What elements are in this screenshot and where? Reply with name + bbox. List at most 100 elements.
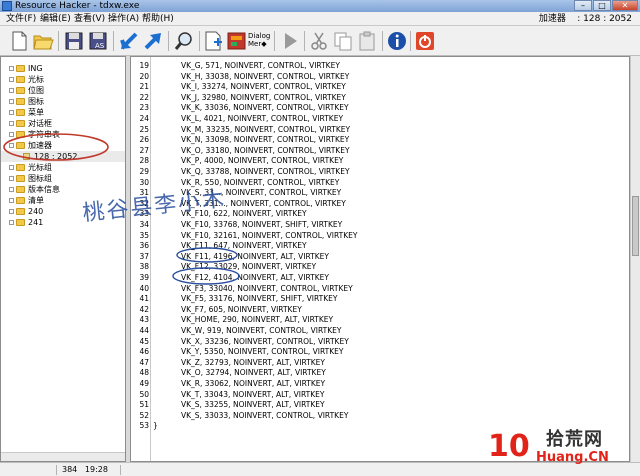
search-icon[interactable]: [173, 30, 195, 52]
dialog-merger-icon[interactable]: [226, 30, 248, 52]
menu-action[interactable]: 操作(A): [108, 12, 139, 26]
code-line[interactable]: VK_F10, 32161, NOINVERT, CONTROL, VIRTKE…: [181, 231, 358, 241]
code-line[interactable]: VK_J, 32980, NOINVERT, CONTROL, VIRTKEY: [181, 93, 346, 103]
code-line[interactable]: VK_P, 4000, NOINVERT, CONTROL, VIRTKEY: [181, 156, 343, 166]
minimize-button[interactable]: –: [574, 0, 592, 11]
code-line[interactable]: VK_R, 33062, NOINVERT, ALT, VIRTKEY: [181, 379, 325, 389]
tree-item-string-table[interactable]: 字符串表: [1, 129, 125, 140]
tree-item-bitmap[interactable]: 位图: [1, 85, 125, 96]
arrow-left-icon[interactable]: [118, 30, 140, 52]
code-line[interactable]: VK_W, 919, NOINVERT, CONTROL, VIRTKEY: [181, 326, 342, 336]
code-line[interactable]: VK_HOME, 290, NOINVERT, ALT, VIRTKEY: [181, 315, 333, 325]
code-line[interactable]: VK_X, 33236, NOINVERT, CONTROL, VIRTKEY: [181, 337, 349, 347]
line-number: 32: [139, 198, 149, 208]
resource-leaf-icon: [23, 153, 30, 160]
tree-item-241[interactable]: 241: [1, 217, 125, 228]
code-line[interactable]: VK_S, 33..., NOINVERT, CONTROL, VIRTKEY: [181, 188, 341, 198]
line-number-gutter: 19 20 21 22 23 24 25 26 27 28 29 30 31 32 33 34 35 36 37 38…: [131, 57, 151, 461]
menu-help[interactable]: 帮助(H): [142, 12, 174, 26]
menu-file[interactable]: 文件(F): [6, 12, 36, 26]
site-watermark: 10 拾荒网 Huang.CN: [488, 428, 638, 468]
cut-icon[interactable]: [308, 30, 330, 52]
code-line[interactable]: VK_F3, 33040, NOINVERT, CONTROL, VIRTKEY: [181, 284, 353, 294]
tree-item-ing[interactable]: ING: [1, 63, 125, 74]
code-line[interactable]: VK_F11, 4196, NOINVERT, ALT, VIRTKEY: [181, 252, 329, 262]
code-line[interactable]: VK_O, 32794, NOINVERT, ALT, VIRTKEY: [181, 368, 326, 378]
line-number: 36: [139, 241, 149, 251]
resource-tree[interactable]: ING 光标 位图 图标 菜单 对话框 字符串表 加速器 128 : 2052 …: [0, 56, 126, 462]
line-number: 25: [139, 124, 149, 134]
resource-status: 加速器 : 128 : 2052: [538, 14, 632, 24]
line-number: 41: [139, 294, 149, 304]
code-line[interactable]: VK_O, 33180, NOINVERT, CONTROL, VIRTKEY: [181, 146, 350, 156]
folder-icon: [16, 197, 25, 204]
copy-icon[interactable]: [332, 30, 354, 52]
tree-item-icon[interactable]: 图标: [1, 96, 125, 107]
code-line[interactable]: VK_Z, 32793, NOINVERT, ALT, VIRTKEY: [181, 358, 325, 368]
window-controls: – □ ✕: [574, 0, 638, 12]
new-icon[interactable]: [8, 30, 30, 52]
code-line[interactable]: VK_F11, 647, NOINVERT, VIRTKEY: [181, 241, 307, 251]
code-line[interactable]: VK_S, 33033, NOINVERT, CONTROL, VIRTKEY: [181, 411, 348, 421]
line-number: 42: [139, 304, 149, 314]
tree-item-240[interactable]: 240: [1, 206, 125, 217]
code-line[interactable]: VK_I, 33274, NOINVERT, CONTROL, VIRTKEY: [181, 82, 346, 92]
menu-view[interactable]: 查看(V): [74, 12, 105, 26]
tree-horizontal-scrollbar[interactable]: [1, 452, 125, 461]
tree-item-accelerator-128[interactable]: 128 : 2052: [1, 151, 125, 162]
line-number: 33: [139, 209, 149, 219]
menu-edit[interactable]: 编辑(E): [40, 12, 71, 26]
line-number: 46: [139, 347, 149, 357]
tree-item-manifest[interactable]: 清单: [1, 195, 125, 206]
maximize-button[interactable]: □: [593, 0, 611, 11]
code-line[interactable]: VK_H, 33038, NOINVERT, CONTROL, VIRTKEY: [181, 72, 349, 82]
open-icon[interactable]: [32, 30, 54, 52]
tree-item-dialog[interactable]: 对话框: [1, 118, 125, 129]
tree-item-menu[interactable]: 菜单: [1, 107, 125, 118]
code-line[interactable]: VK_F5, 33176, NOINVERT, SHIFT, VIRTKEY: [181, 294, 337, 304]
script-editor[interactable]: 19 20 21 22 23 24 25 26 27 28 29 30 31 32 33 34 35 36 37 38…: [130, 56, 630, 462]
info-icon[interactable]: [386, 30, 408, 52]
save-as-icon[interactable]: AS: [87, 30, 109, 52]
code-line[interactable]: VK_G, 571, NOINVERT, CONTROL, VIRTKEY: [181, 61, 340, 71]
scrollbar-thumb[interactable]: [632, 196, 639, 256]
folder-icon: [16, 131, 25, 138]
toolbar: AS Dialog Mer◆: [0, 26, 640, 56]
title-bar: Resource Hacker - tdxw.exe – □ ✕: [0, 0, 640, 12]
folder-icon: [16, 208, 25, 215]
code-line[interactable]: VK_N, 33098, NOINVERT, CONTROL, VIRTKEY: [181, 135, 349, 145]
add-resource-icon[interactable]: [202, 30, 224, 52]
code-line[interactable]: VK_T, 33043, NOINVERT, ALT, VIRTKEY: [181, 390, 324, 400]
code-line[interactable]: VK_F10, 622, NOINVERT, VIRTKEY: [181, 209, 307, 219]
code-line[interactable]: VK_Q, 33788, NOINVERT, CONTROL, VIRTKEY: [181, 167, 350, 177]
tree-item-icon-group[interactable]: 图标组: [1, 173, 125, 184]
code-line[interactable]: VK_F12, 4104, NOINVERT, ALT, VIRTKEY: [181, 273, 329, 283]
folder-icon: [16, 109, 25, 116]
code-line[interactable]: VK_S, 33255, NOINVERT, ALT, VIRTKEY: [181, 400, 325, 410]
code-line[interactable]: VK_F10, 33768, NOINVERT, SHIFT, VIRTKEY: [181, 220, 342, 230]
menu-bar: 文件(F) 编辑(E) 查看(V) 操作(A) 帮助(H) 加速器 : 128 …: [0, 12, 640, 26]
code-line[interactable]: VK_Y, 5350, NOINVERT, CONTROL, VIRTKEY: [181, 347, 343, 357]
close-button[interactable]: ✕: [612, 0, 638, 11]
line-number: 39: [139, 273, 149, 282]
tree-item-cursor[interactable]: 光标: [1, 74, 125, 85]
save-icon[interactable]: [63, 30, 85, 52]
code-line[interactable]: VK_F7, 605, NOINVERT, VIRTKEY: [181, 305, 302, 315]
folder-open-icon: [16, 142, 25, 149]
tree-item-cursor-group[interactable]: 光标组: [1, 162, 125, 173]
editor-vertical-scrollbar[interactable]: [630, 56, 640, 462]
arrow-right-icon[interactable]: [142, 30, 164, 52]
code-line[interactable]: VK_L, 4021, NOINVERT, CONTROL, VIRTKEY: [181, 114, 343, 124]
code-line[interactable]: }: [153, 421, 158, 431]
code-line[interactable]: VK_M, 33235, NOINVERT, CONTROL, VIRTKEY: [181, 125, 350, 135]
tree-item-version-info[interactable]: 版本信息: [1, 184, 125, 195]
paste-icon[interactable]: [356, 30, 378, 52]
play-icon[interactable]: [279, 30, 301, 52]
code-line[interactable]: VK_K, 33036, NOINVERT, CONTROL, VIRTKEY: [181, 103, 349, 113]
tree-item-accelerator[interactable]: 加速器: [1, 140, 125, 151]
code-line[interactable]: VK_F12, 33029, NOINVERT, VIRTKEY: [181, 262, 316, 272]
code-line[interactable]: VK_T, 331..., NOINVERT, CONTROL, VIRTKEY: [181, 199, 346, 209]
power-icon[interactable]: [414, 30, 436, 52]
code-line[interactable]: VK_R, 550, NOINVERT, CONTROL, VIRTKEY: [181, 178, 339, 188]
line-number: 53: [139, 421, 149, 431]
